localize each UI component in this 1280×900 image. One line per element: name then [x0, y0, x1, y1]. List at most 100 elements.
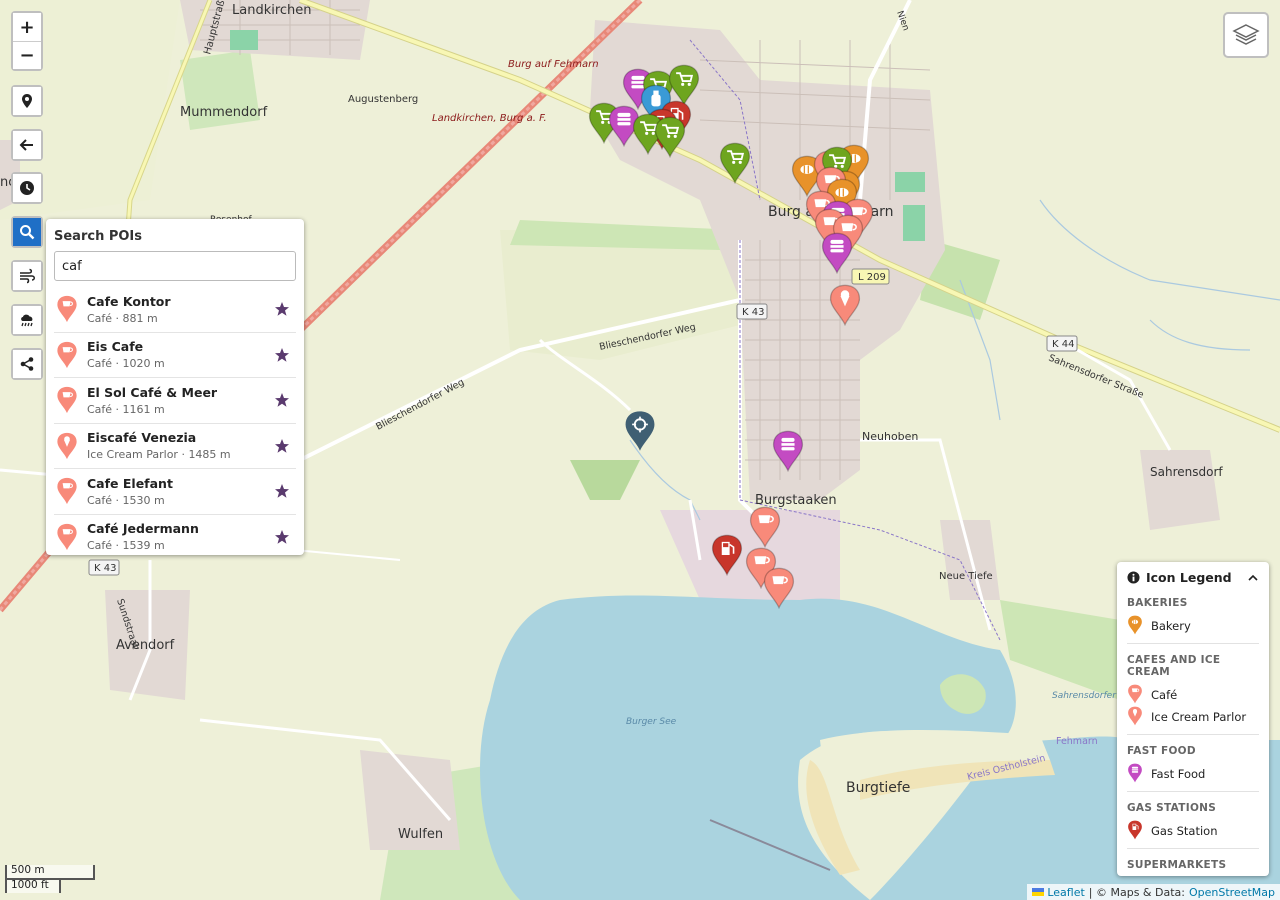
poi-marker-supermarket[interactable] — [654, 116, 686, 161]
favorite-star-icon[interactable] — [274, 438, 290, 454]
legend-item-label: Bakery — [1151, 619, 1191, 633]
label-burger-see: Burger See — [626, 717, 677, 727]
search-result-item[interactable]: Café Jedermann Café · 1539 m — [54, 515, 296, 560]
share-button[interactable] — [13, 350, 41, 378]
osm-link[interactable]: OpenStreetMap — [1189, 886, 1275, 899]
result-name: Café Jedermann — [87, 521, 199, 537]
result-name: Eiscafé Venezia — [87, 430, 197, 446]
legend-category: SUPERMARKETS — [1127, 859, 1227, 871]
attribution-text: | © Maps & Data: — [1088, 885, 1185, 899]
shield-k43-south: K 43 — [88, 559, 120, 576]
favorite-star-icon[interactable] — [274, 301, 290, 317]
legend-item: Fast Food — [1127, 763, 1259, 785]
cafe-icon — [56, 341, 78, 369]
poi-marker-ice-cream[interactable] — [829, 284, 861, 329]
favorite-star-icon[interactable] — [274, 392, 290, 408]
label-neue-tiefe: Neue Tiefe — [939, 571, 993, 582]
poi-marker-cafe[interactable] — [749, 506, 781, 551]
result-meta: Café · 1539 m — [87, 539, 165, 553]
scale-imperial: 1000 ft — [5, 878, 61, 893]
layers-button[interactable] — [1223, 12, 1269, 58]
search-control — [11, 216, 43, 248]
poi-marker-fast-food[interactable] — [821, 232, 853, 277]
legend-section: CAFES AND ICE CREAM Café Ice Cream Parlor — [1127, 650, 1259, 735]
result-name: Cafe Elefant — [87, 475, 173, 491]
legend-item-label: Fast Food — [1151, 767, 1206, 781]
back-control — [11, 129, 43, 161]
poi-marker-cafe[interactable] — [763, 567, 795, 612]
legend-item: Ice Cream Parlor — [1127, 706, 1259, 728]
ice-cream-icon — [56, 432, 78, 460]
search-panel-title: Search POIs — [54, 229, 143, 244]
cloud-rain-icon — [21, 314, 33, 327]
arrow-left-icon — [19, 139, 33, 151]
chevron-up-icon[interactable] — [1247, 572, 1259, 584]
legend-section: FAST FOOD Fast Food — [1127, 741, 1259, 792]
scale-bar: 500 m 1000 ft — [5, 865, 95, 893]
favorite-star-icon[interactable] — [274, 529, 290, 545]
gas-station-icon — [1127, 820, 1151, 843]
label-neuhoben: Neuhoben — [862, 430, 918, 443]
search-input[interactable] — [54, 251, 296, 281]
search-button[interactable] — [13, 218, 41, 246]
legend-section: BAKERIES Bakery — [1127, 593, 1259, 644]
locate-button[interactable] — [13, 87, 41, 115]
label-augustenberg: Augustenberg — [348, 94, 418, 105]
label-landkirchen-burg: Landkirchen, Burg a. F. — [432, 113, 547, 124]
poi-marker-supermarket[interactable] — [719, 142, 751, 187]
result-meta: Café · 1530 m — [87, 493, 165, 507]
search-result-item[interactable]: Eiscafé Venezia Ice Cream Parlor · 1485 m — [54, 424, 296, 469]
search-result-item[interactable]: Eis Cafe Café · 1020 m — [54, 333, 296, 378]
cafe-icon — [56, 523, 78, 551]
svg-text:K 44: K 44 — [1052, 339, 1074, 350]
shield-k44: K 44 — [1046, 335, 1078, 352]
clock-icon — [20, 181, 34, 195]
poi-marker-fast-food[interactable] — [772, 430, 804, 475]
ukraine-flag-icon — [1032, 888, 1045, 896]
wind-button[interactable] — [13, 262, 41, 290]
result-meta: Café · 1161 m — [87, 402, 165, 416]
rain-control — [11, 304, 43, 336]
label-sahrensdorf: Sahrensdorf — [1150, 465, 1223, 479]
attribution: Leaflet | © Maps & Data: OpenStreetMap — [1027, 884, 1280, 900]
favorite-star-icon[interactable] — [274, 347, 290, 363]
shield-l209: L 209 — [851, 268, 890, 285]
search-icon — [20, 225, 35, 240]
zoom-in-button[interactable]: + — [13, 13, 41, 41]
legend-item-label: Ice Cream Parlor — [1151, 710, 1247, 724]
search-result-item[interactable]: Cafe Elefant Café · 1530 m — [54, 469, 296, 515]
result-name: Eis Cafe — [87, 339, 144, 355]
legend-item: Café — [1127, 684, 1259, 706]
favorite-star-icon[interactable] — [274, 483, 290, 499]
zoom-out-button[interactable]: − — [13, 41, 41, 69]
legend-section: SUPERMARKETSConvenience St — [1127, 855, 1259, 876]
history-control — [11, 172, 43, 204]
result-meta: Ice Cream Parlor · 1485 m — [87, 448, 231, 462]
history-button[interactable] — [13, 174, 41, 202]
cafe-icon — [1127, 684, 1151, 707]
rain-button[interactable] — [13, 306, 41, 334]
svg-text:L 209: L 209 — [858, 272, 886, 283]
legend-header[interactable]: Icon Legend — [1127, 570, 1259, 585]
current-location-marker[interactable] — [624, 410, 656, 455]
layers-icon — [1232, 24, 1260, 45]
label-landkirchen: Landkirchen — [232, 3, 312, 18]
result-meta: Café · 881 m — [87, 311, 158, 325]
svg-text:K 43: K 43 — [742, 307, 764, 318]
legend-title: Icon Legend — [1146, 570, 1232, 585]
label-burg-historic: Burg auf Fehmarn — [508, 59, 599, 70]
legend-item: Gas Station — [1127, 820, 1259, 842]
legend-section: GAS STATIONS Gas Station — [1127, 798, 1259, 849]
legend-category: BAKERIES — [1127, 597, 1188, 609]
icon-legend: Icon Legend BAKERIES Bakery CAFES AND ICE … — [1117, 562, 1269, 876]
search-result-item[interactable]: El Sol Café & Meer Café · 1161 m — [54, 378, 296, 424]
legend-item: Bakery — [1127, 615, 1259, 637]
map-pin-icon — [22, 94, 32, 108]
legend-item-label: Gas Station — [1151, 824, 1218, 838]
legend-category: FAST FOOD — [1127, 745, 1196, 757]
poi-marker-gas-station[interactable] — [711, 534, 743, 579]
search-results-list: Cafe Kontor Café · 881 m Eis Cafe Café · 10… — [54, 287, 296, 559]
search-result-item[interactable]: Cafe Kontor Café · 881 m — [54, 287, 296, 333]
leaflet-link[interactable]: Leaflet — [1047, 886, 1084, 899]
back-button[interactable] — [13, 131, 41, 159]
